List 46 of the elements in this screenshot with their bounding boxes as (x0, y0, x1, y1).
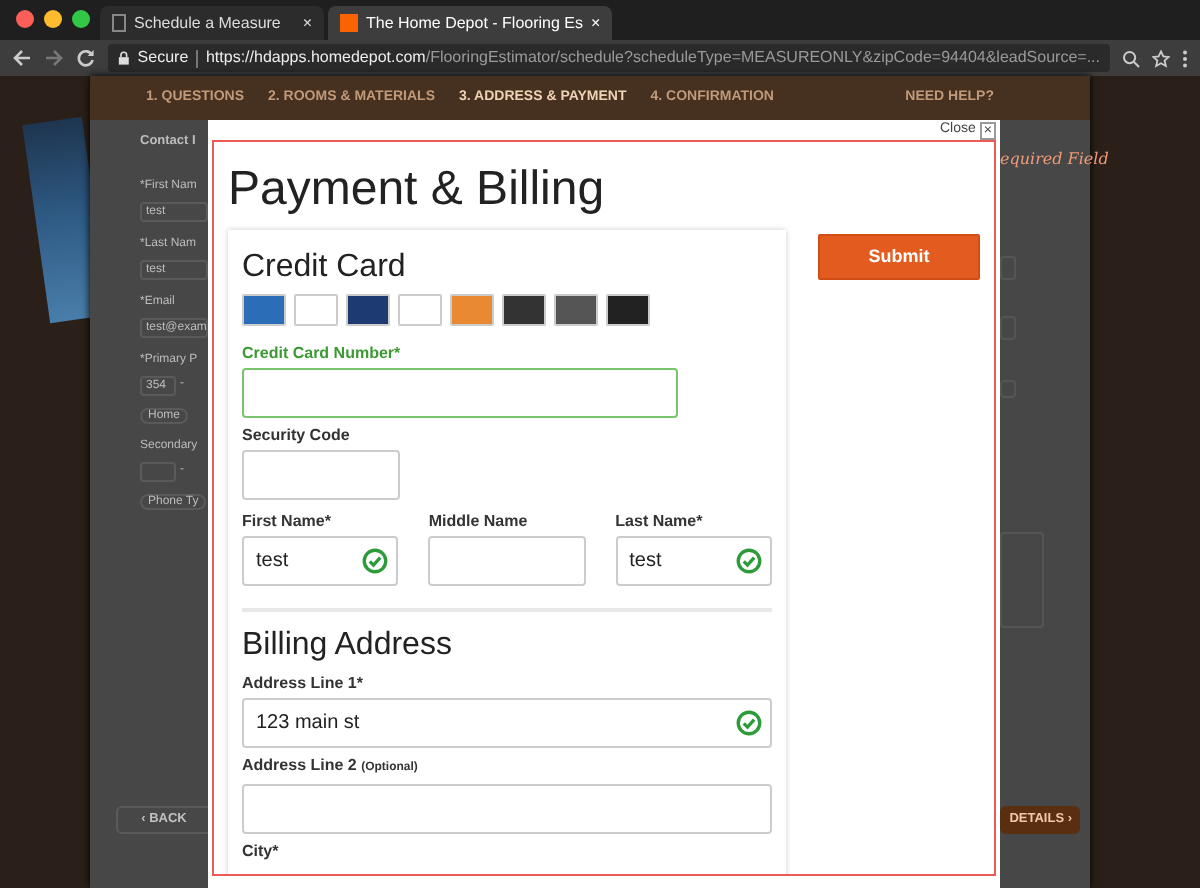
check-circle-icon (735, 548, 762, 574)
close-icon[interactable]: × (591, 11, 601, 35)
submit-button[interactable]: Submit (818, 234, 980, 280)
check-circle-icon (736, 710, 762, 736)
tab-title: The Home Depot - Flooring Es (366, 11, 583, 35)
browser-tab[interactable]: The Home Depot - Flooring Es × (328, 6, 613, 40)
forward-arrow-icon[interactable] (44, 48, 64, 68)
field-label: Credit Card Number* (242, 342, 403, 364)
star-icon[interactable] (1152, 49, 1170, 67)
menu-icon[interactable] (1182, 49, 1188, 67)
url-text: https://hdapps.homedepot.com/FlooringEstimator/schedule?scheduleType=MEASUREONLY&zipCode=94404&leadSource=... (205, 46, 1100, 70)
card-logo-icon (294, 294, 338, 326)
card-logo-icon (450, 294, 494, 326)
card-logo-icon (242, 294, 286, 326)
card-logo-icon (346, 294, 390, 326)
card-logo-icon (502, 294, 546, 326)
zoom-icon[interactable] (1122, 49, 1140, 67)
input-field[interactable] (242, 368, 678, 418)
modal-title: Payment & Billing (228, 162, 607, 218)
card-logo-icon (398, 294, 442, 326)
section-title: Billing Address (242, 628, 454, 664)
field-label: Security Code (242, 424, 352, 446)
input-field[interactable]: test (615, 536, 772, 586)
field-label: First Name* (242, 510, 333, 532)
field-label: Last Name* (615, 510, 705, 532)
browser-tab[interactable]: Schedule a Measure × (100, 6, 324, 40)
back-arrow-icon[interactable] (12, 48, 32, 68)
check-circle-icon (362, 548, 389, 574)
field-label: Middle Name (428, 510, 530, 532)
input-field[interactable] (1000, 532, 1044, 628)
card-logo-icon (554, 294, 598, 326)
lock-icon (118, 50, 130, 66)
required-note: equired Field (1000, 148, 1109, 172)
field-label: City* (242, 840, 281, 862)
address-bar[interactable]: Secure https://hdapps.homedepot.com/FlooringEstimator/schedule?scheduleType=MEASUREONLY&zipCode=94404&leadSource=... (108, 44, 1110, 72)
reload-icon[interactable] (76, 48, 96, 68)
tab-title: Schedule a Measure (134, 11, 283, 35)
document-icon (112, 14, 126, 32)
card-logo-icon (606, 294, 650, 326)
field-label: Address Line 1* (242, 672, 365, 694)
secure-label: Secure (137, 46, 189, 70)
input-field[interactable]: test (242, 536, 399, 586)
page-logo-icon (340, 14, 358, 32)
close-icon[interactable]: × (302, 11, 312, 35)
section-title: Credit Card (242, 250, 408, 286)
input-field[interactable]: 123 main st (242, 698, 772, 748)
